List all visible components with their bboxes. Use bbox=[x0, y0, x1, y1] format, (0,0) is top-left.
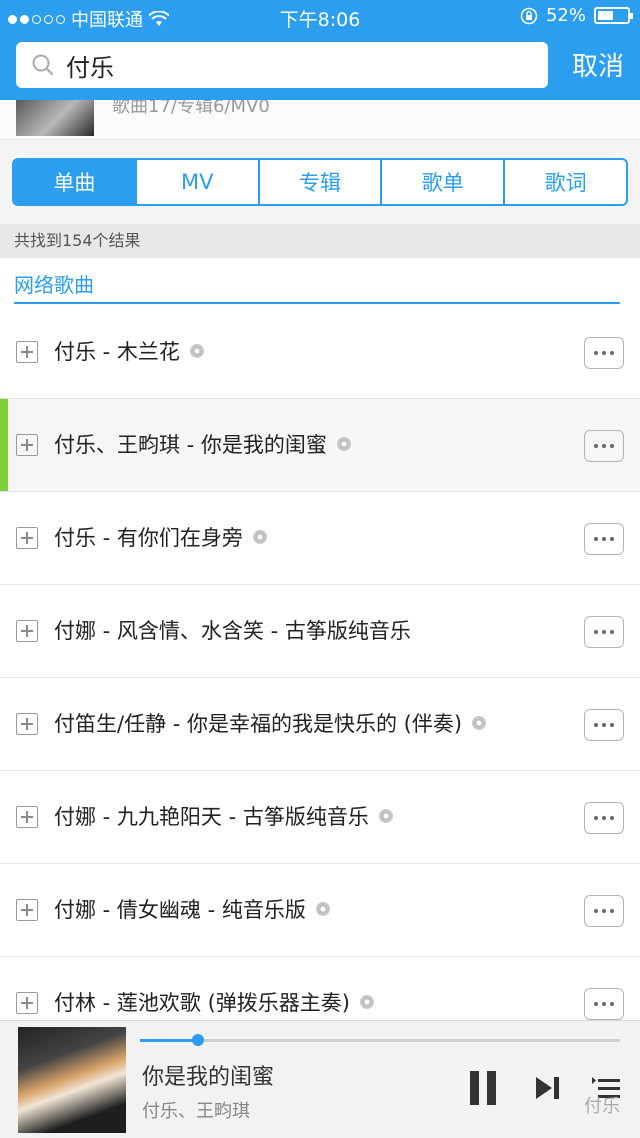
song-title: 付娜 - 倩女幽魂 - 纯音乐版 bbox=[54, 898, 306, 922]
section-label: 网络歌曲 bbox=[14, 273, 94, 297]
hq-disc-icon bbox=[360, 995, 374, 1009]
song-title: 付娜 - 风含情、水含笑 - 古筝版纯音乐 bbox=[54, 619, 411, 643]
artist-summary[interactable]: 歌曲17/专辑6/MV0 bbox=[0, 100, 640, 140]
rotation-lock-icon bbox=[520, 7, 538, 24]
pause-icon[interactable] bbox=[470, 1071, 496, 1105]
hq-disc-icon bbox=[378, 809, 393, 823]
artist-thumbnail bbox=[16, 100, 94, 136]
more-button[interactable] bbox=[584, 709, 624, 741]
more-button[interactable] bbox=[584, 523, 624, 555]
song-title: 付娜 - 九九艳阳天 - 古筝版纯音乐 bbox=[54, 805, 369, 829]
list-item[interactable]: 付乐 - 木兰花 bbox=[0, 306, 640, 399]
add-icon[interactable] bbox=[16, 527, 38, 549]
battery-icon bbox=[594, 7, 633, 24]
song-title: 付林 - 莲池欢歌 (弹拨乐器主奏) bbox=[54, 991, 350, 1015]
hq-disc-icon bbox=[189, 344, 204, 358]
add-icon[interactable] bbox=[16, 341, 38, 363]
tab-lyrics[interactable]: 歌词 bbox=[503, 160, 626, 204]
more-button[interactable] bbox=[584, 430, 624, 462]
progress-knob[interactable] bbox=[191, 1034, 204, 1046]
add-icon[interactable] bbox=[16, 434, 38, 456]
tab-single[interactable]: 单曲 bbox=[14, 160, 135, 204]
tab-album[interactable]: 专辑 bbox=[257, 160, 381, 204]
section-header: 网络歌曲 bbox=[0, 258, 640, 306]
mini-player[interactable]: 你是我的闺蜜 付乐、王畇琪 付乐 bbox=[0, 1020, 640, 1138]
list-item[interactable]: 付娜 - 风含情、水含笑 - 古筝版纯音乐 bbox=[0, 585, 640, 678]
hq-disc-icon bbox=[252, 530, 267, 544]
status-right: 52% bbox=[520, 5, 633, 26]
album-cover[interactable] bbox=[18, 1027, 126, 1133]
song-list: 付乐 - 木兰花 付乐、王畇琪 - 你是我的闺蜜 付乐 - 有你们在身旁 付娜 … bbox=[0, 306, 640, 1020]
list-item[interactable]: 付娜 - 倩女幽魂 - 纯音乐版 bbox=[0, 864, 640, 957]
hq-disc-icon bbox=[315, 902, 330, 916]
watermark: 付乐 bbox=[584, 1096, 620, 1117]
song-title: 付乐 - 有你们在身旁 bbox=[54, 526, 243, 550]
song-title: 付乐 - 木兰花 bbox=[54, 340, 180, 364]
list-item[interactable]: 付乐、王畇琪 - 你是我的闺蜜 bbox=[0, 399, 640, 492]
add-icon[interactable] bbox=[16, 713, 38, 735]
search-query[interactable]: 付乐 bbox=[66, 48, 114, 83]
more-button[interactable] bbox=[584, 988, 624, 1020]
next-icon[interactable] bbox=[533, 1074, 561, 1102]
now-playing-title: 你是我的闺蜜 bbox=[142, 1065, 275, 1090]
progress-fill bbox=[140, 1039, 198, 1042]
add-icon[interactable] bbox=[16, 620, 38, 642]
list-item[interactable]: 付娜 - 九九艳阳天 - 古筝版纯音乐 bbox=[0, 771, 640, 864]
more-button[interactable] bbox=[584, 337, 624, 369]
add-icon[interactable] bbox=[16, 992, 38, 1014]
cancel-button[interactable]: 取消 bbox=[572, 46, 624, 83]
top-bar: 中国联通 下午8:06 52% 付乐 取消 bbox=[0, 0, 640, 100]
status-bar: 中国联通 下午8:06 52% bbox=[0, 0, 640, 34]
hq-disc-icon bbox=[336, 437, 351, 451]
section-divider bbox=[14, 302, 620, 304]
hq-disc-icon bbox=[472, 716, 487, 730]
tab-playlist[interactable]: 歌单 bbox=[380, 160, 503, 204]
battery-percent: 52% bbox=[545, 5, 586, 26]
list-item[interactable]: 付笛生/任静 - 你是幸福的我是快乐的 (伴奏) bbox=[0, 678, 640, 771]
search-input[interactable]: 付乐 bbox=[16, 42, 548, 88]
song-title: 付乐、王畇琪 - 你是我的闺蜜 bbox=[54, 433, 327, 457]
now-playing-artist: 付乐、王畇琪 bbox=[142, 1101, 250, 1122]
song-title: 付笛生/任静 - 你是幸福的我是快乐的 (伴奏) bbox=[54, 712, 463, 736]
more-button[interactable] bbox=[584, 616, 624, 648]
more-button[interactable] bbox=[584, 802, 624, 834]
add-icon[interactable] bbox=[16, 899, 38, 921]
add-icon[interactable] bbox=[16, 806, 38, 828]
list-item[interactable]: 付乐 - 有你们在身旁 bbox=[0, 492, 640, 585]
artist-meta: 歌曲17/专辑6/MV0 bbox=[112, 100, 270, 117]
tab-mv[interactable]: MV bbox=[134, 160, 258, 204]
search-icon bbox=[32, 54, 54, 76]
result-tabs: 单曲 MV 专辑 歌单 歌词 bbox=[12, 158, 628, 206]
more-button[interactable] bbox=[584, 895, 624, 927]
results-count: 共找到154个结果 bbox=[0, 224, 640, 258]
progress-bar[interactable] bbox=[140, 1034, 620, 1046]
now-playing-marker bbox=[0, 399, 8, 491]
list-item[interactable]: 付林 - 莲池欢歌 (弹拨乐器主奏) bbox=[0, 957, 640, 1020]
